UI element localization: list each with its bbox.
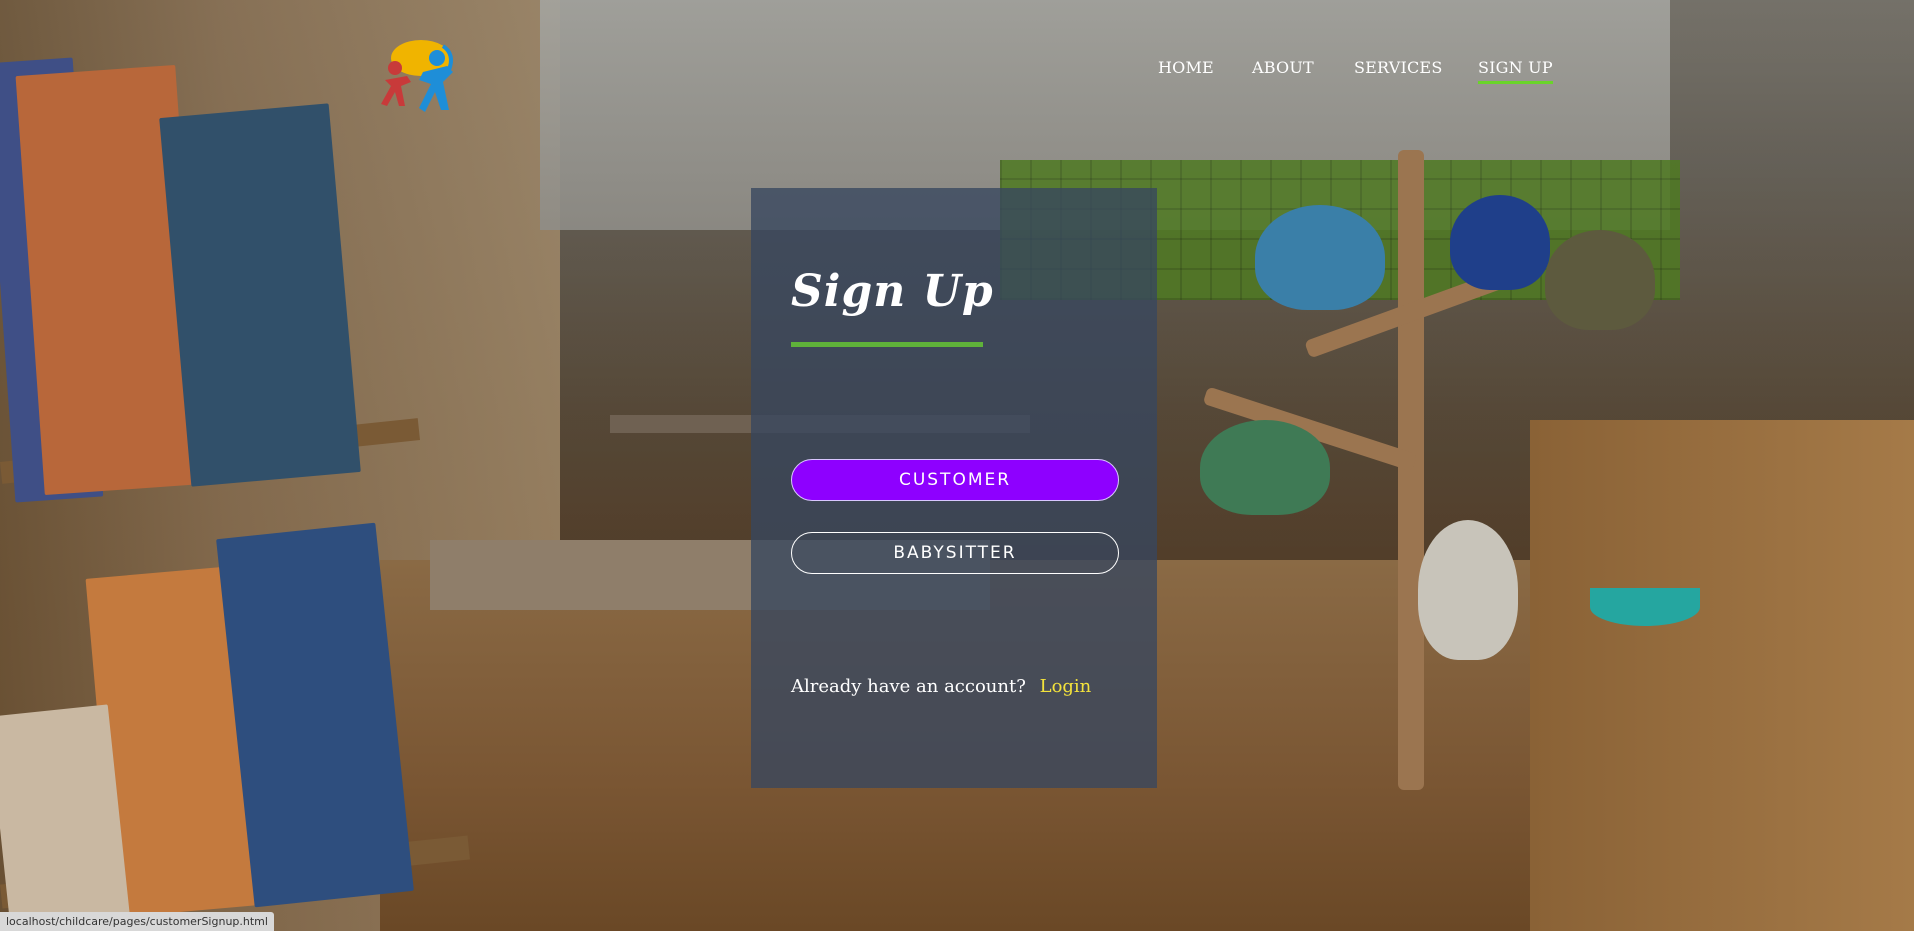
logo-icon[interactable] <box>373 36 473 122</box>
status-bar-url: localhost/childcare/pages/customerSignup… <box>0 912 274 931</box>
nav-services-link[interactable]: SERVICES <box>1354 58 1442 77</box>
login-link[interactable]: Login <box>1040 676 1092 697</box>
account-prompt-text: Already have an account? <box>791 676 1026 697</box>
customer-button[interactable]: CUSTOMER <box>791 459 1119 501</box>
login-prompt: Already have an account? Login <box>791 676 1091 697</box>
nav-home-link[interactable]: HOME <box>1158 58 1214 77</box>
nav-signup-link[interactable]: SIGN UP <box>1478 58 1553 84</box>
babysitter-button[interactable]: BABYSITTER <box>791 532 1119 574</box>
nav-about-link[interactable]: ABOUT <box>1252 58 1314 77</box>
signup-panel: Sign Up CUSTOMER BABYSITTER Already have… <box>751 188 1157 788</box>
title-underline <box>791 342 983 347</box>
page-title: Sign Up <box>791 266 994 317</box>
